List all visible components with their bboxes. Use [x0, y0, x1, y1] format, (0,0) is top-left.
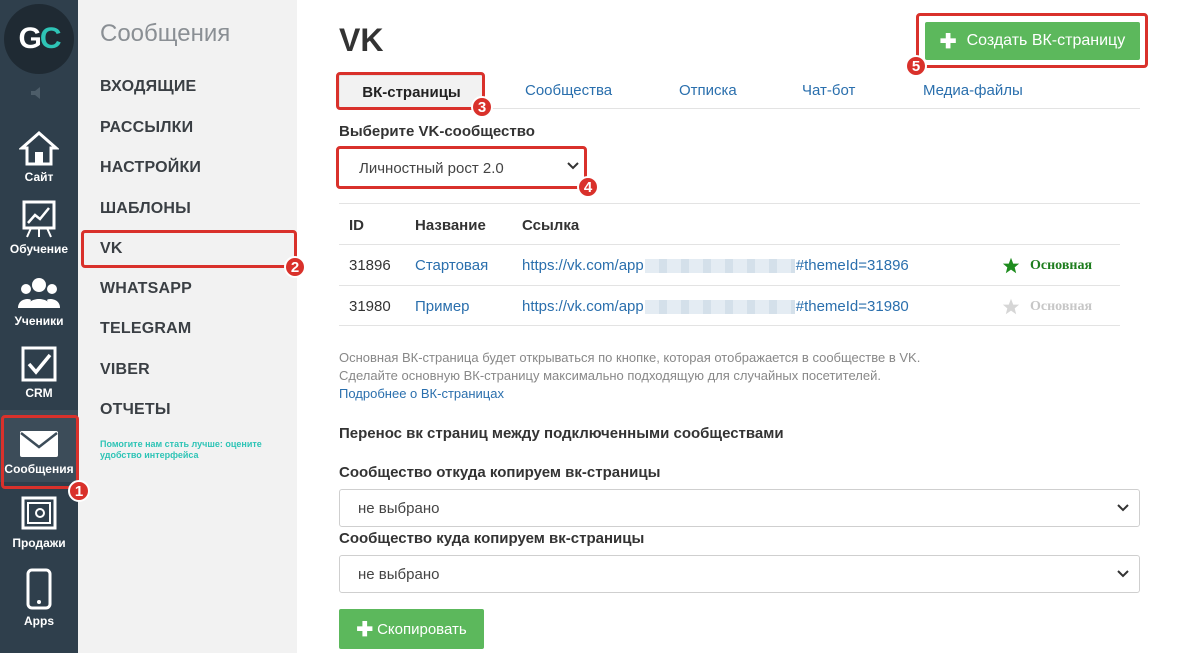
highlight-messages	[1, 415, 79, 489]
speaker-icon[interactable]	[0, 80, 78, 106]
rail-item-label: Apps	[24, 614, 54, 628]
info-note: Основная ВК-страница будет открываться п…	[339, 349, 920, 385]
chevron-down-icon	[1117, 504, 1129, 512]
chart-board-icon	[22, 200, 56, 238]
table-border	[339, 244, 1120, 245]
rail-item-sales[interactable]: Продажи	[0, 484, 78, 556]
transfer-section-title: Перенос вк страниц между подключенными с…	[339, 425, 784, 442]
tab-communities[interactable]: Сообщества	[525, 82, 612, 99]
source-community-value: не выбрано	[358, 499, 440, 517]
row-2-status: Основная	[1030, 298, 1093, 314]
redacted-blur	[644, 300, 795, 315]
source-community-label: Сообщество откуда копируем вк-страницы	[339, 464, 661, 481]
sidebar-item-inbox[interactable]: ВХОДЯЩИЕ	[100, 78, 196, 96]
checkbox-icon	[21, 346, 57, 382]
highlight-vk-pages-tab	[336, 72, 485, 110]
source-community-select[interactable]: не выбрано	[339, 489, 1140, 527]
highlight-community-select	[336, 146, 587, 189]
url-start: https://vk.com/app	[522, 257, 644, 274]
logo-letter-g: G	[18, 22, 41, 55]
table-border	[339, 203, 1140, 204]
sidebar-item-reports[interactable]: ОТЧЕТЫ	[100, 401, 171, 419]
phone-icon	[26, 568, 52, 610]
url-end: #themeId=31896	[795, 257, 909, 274]
feedback-hint[interactable]: Помогите нам стать лучше: оцените удобст…	[100, 439, 300, 461]
row-2-primary-mark[interactable]: Основная	[1002, 298, 1092, 315]
users-icon	[18, 278, 60, 308]
chevron-down-icon	[1117, 570, 1129, 578]
info-note-line-1: Основная ВК-страница будет открываться п…	[339, 350, 921, 365]
logo-mark: GC	[4, 4, 74, 74]
tab-unsubscribe[interactable]: Отписка	[679, 82, 737, 99]
sidebar-item-viber[interactable]: VIBER	[100, 361, 150, 379]
sidebar-item-settings[interactable]: НАСТРОЙКИ	[100, 159, 201, 177]
rail-item-apps[interactable]: Apps	[0, 562, 78, 634]
target-community-value: не выбрано	[358, 565, 440, 583]
rail-item-label: Ученики	[14, 314, 64, 328]
table-border	[339, 285, 1120, 286]
step-badge-5: 5	[905, 55, 927, 77]
column-header-id: ID	[349, 217, 364, 234]
info-note-line-2: Сделайте основную ВК-страницу максимальн…	[339, 368, 881, 383]
target-community-label: Сообщество куда копируем вк-страницы	[339, 530, 645, 547]
tab-chatbot[interactable]: Чат-бот	[802, 82, 855, 99]
target-community-select[interactable]: не выбрано	[339, 555, 1140, 593]
row-2-id: 31980	[349, 298, 391, 315]
star-outline-icon	[1002, 298, 1020, 315]
rail-item-label: Обучение	[9, 242, 69, 256]
star-filled-icon	[1002, 257, 1020, 274]
row-2-url-link[interactable]: https://vk.com/app #themeId=31980	[522, 298, 909, 315]
rail-item-label: Продажи	[12, 536, 66, 550]
row-1-name-link[interactable]: Стартовая	[415, 257, 488, 274]
url-end: #themeId=31980	[795, 298, 909, 315]
sidebar-title: Сообщения	[100, 20, 231, 47]
row-2-name-link[interactable]: Пример	[415, 298, 470, 315]
column-header-name: Название	[415, 217, 486, 234]
page-title: VK	[339, 22, 384, 58]
rail-item-label: CRM	[25, 386, 53, 400]
sidebar-item-templates[interactable]: ШАБЛОНЫ	[100, 200, 191, 218]
sidebar-item-telegram[interactable]: TELEGRAM	[100, 320, 191, 338]
house-icon	[19, 130, 59, 166]
community-select-label: Выберите VK-сообщество	[339, 123, 535, 140]
sidebar-item-whatsapp[interactable]: WHATSAPP	[100, 280, 192, 298]
icon-rail: GC Сайт Обучение Ученики CRM Сообщения П…	[0, 0, 78, 653]
safe-icon	[21, 496, 57, 530]
row-1-url-link[interactable]: https://vk.com/app #themeId=31896	[522, 257, 909, 274]
copy-button-label: Скопировать	[377, 620, 467, 638]
rail-item-site[interactable]: Сайт	[0, 118, 78, 190]
redacted-blur	[644, 259, 795, 274]
row-1-status: Основная	[1030, 257, 1093, 273]
messages-sidebar: Сообщения ВХОДЯЩИЕ РАССЫЛКИ НАСТРОЙКИ ША…	[78, 0, 297, 653]
plus-icon: ✚	[356, 618, 374, 641]
highlight-create-button	[916, 13, 1148, 68]
rail-item-students[interactable]: Ученики	[0, 262, 78, 334]
step-badge-1: 1	[68, 480, 90, 502]
url-start: https://vk.com/app	[522, 298, 644, 315]
sidebar-item-mailings[interactable]: РАССЫЛКИ	[100, 119, 193, 137]
row-1-id: 31896	[349, 257, 391, 274]
rail-item-label: Сайт	[24, 170, 54, 184]
step-badge-4: 4	[577, 176, 599, 198]
row-1-primary-mark[interactable]: Основная	[1002, 257, 1092, 274]
table-border	[339, 325, 1120, 326]
column-header-link: Ссылка	[522, 217, 580, 234]
highlight-vk	[81, 230, 297, 268]
learn-more-link[interactable]: Подробнее о ВК-страницах	[339, 386, 504, 401]
logo-letter-c: C	[39, 22, 62, 55]
rail-item-crm[interactable]: CRM	[0, 334, 78, 406]
copy-button[interactable]: ✚ Скопировать	[339, 609, 484, 649]
step-badge-2: 2	[284, 256, 306, 278]
app-root: GC Сайт Обучение Ученики CRM Сообщения П…	[0, 0, 1200, 653]
rail-item-learning[interactable]: Обучение	[0, 190, 78, 262]
step-badge-3: 3	[471, 96, 493, 118]
logo[interactable]: GC	[0, 0, 78, 78]
tab-media-files[interactable]: Медиа-файлы	[923, 82, 1023, 99]
